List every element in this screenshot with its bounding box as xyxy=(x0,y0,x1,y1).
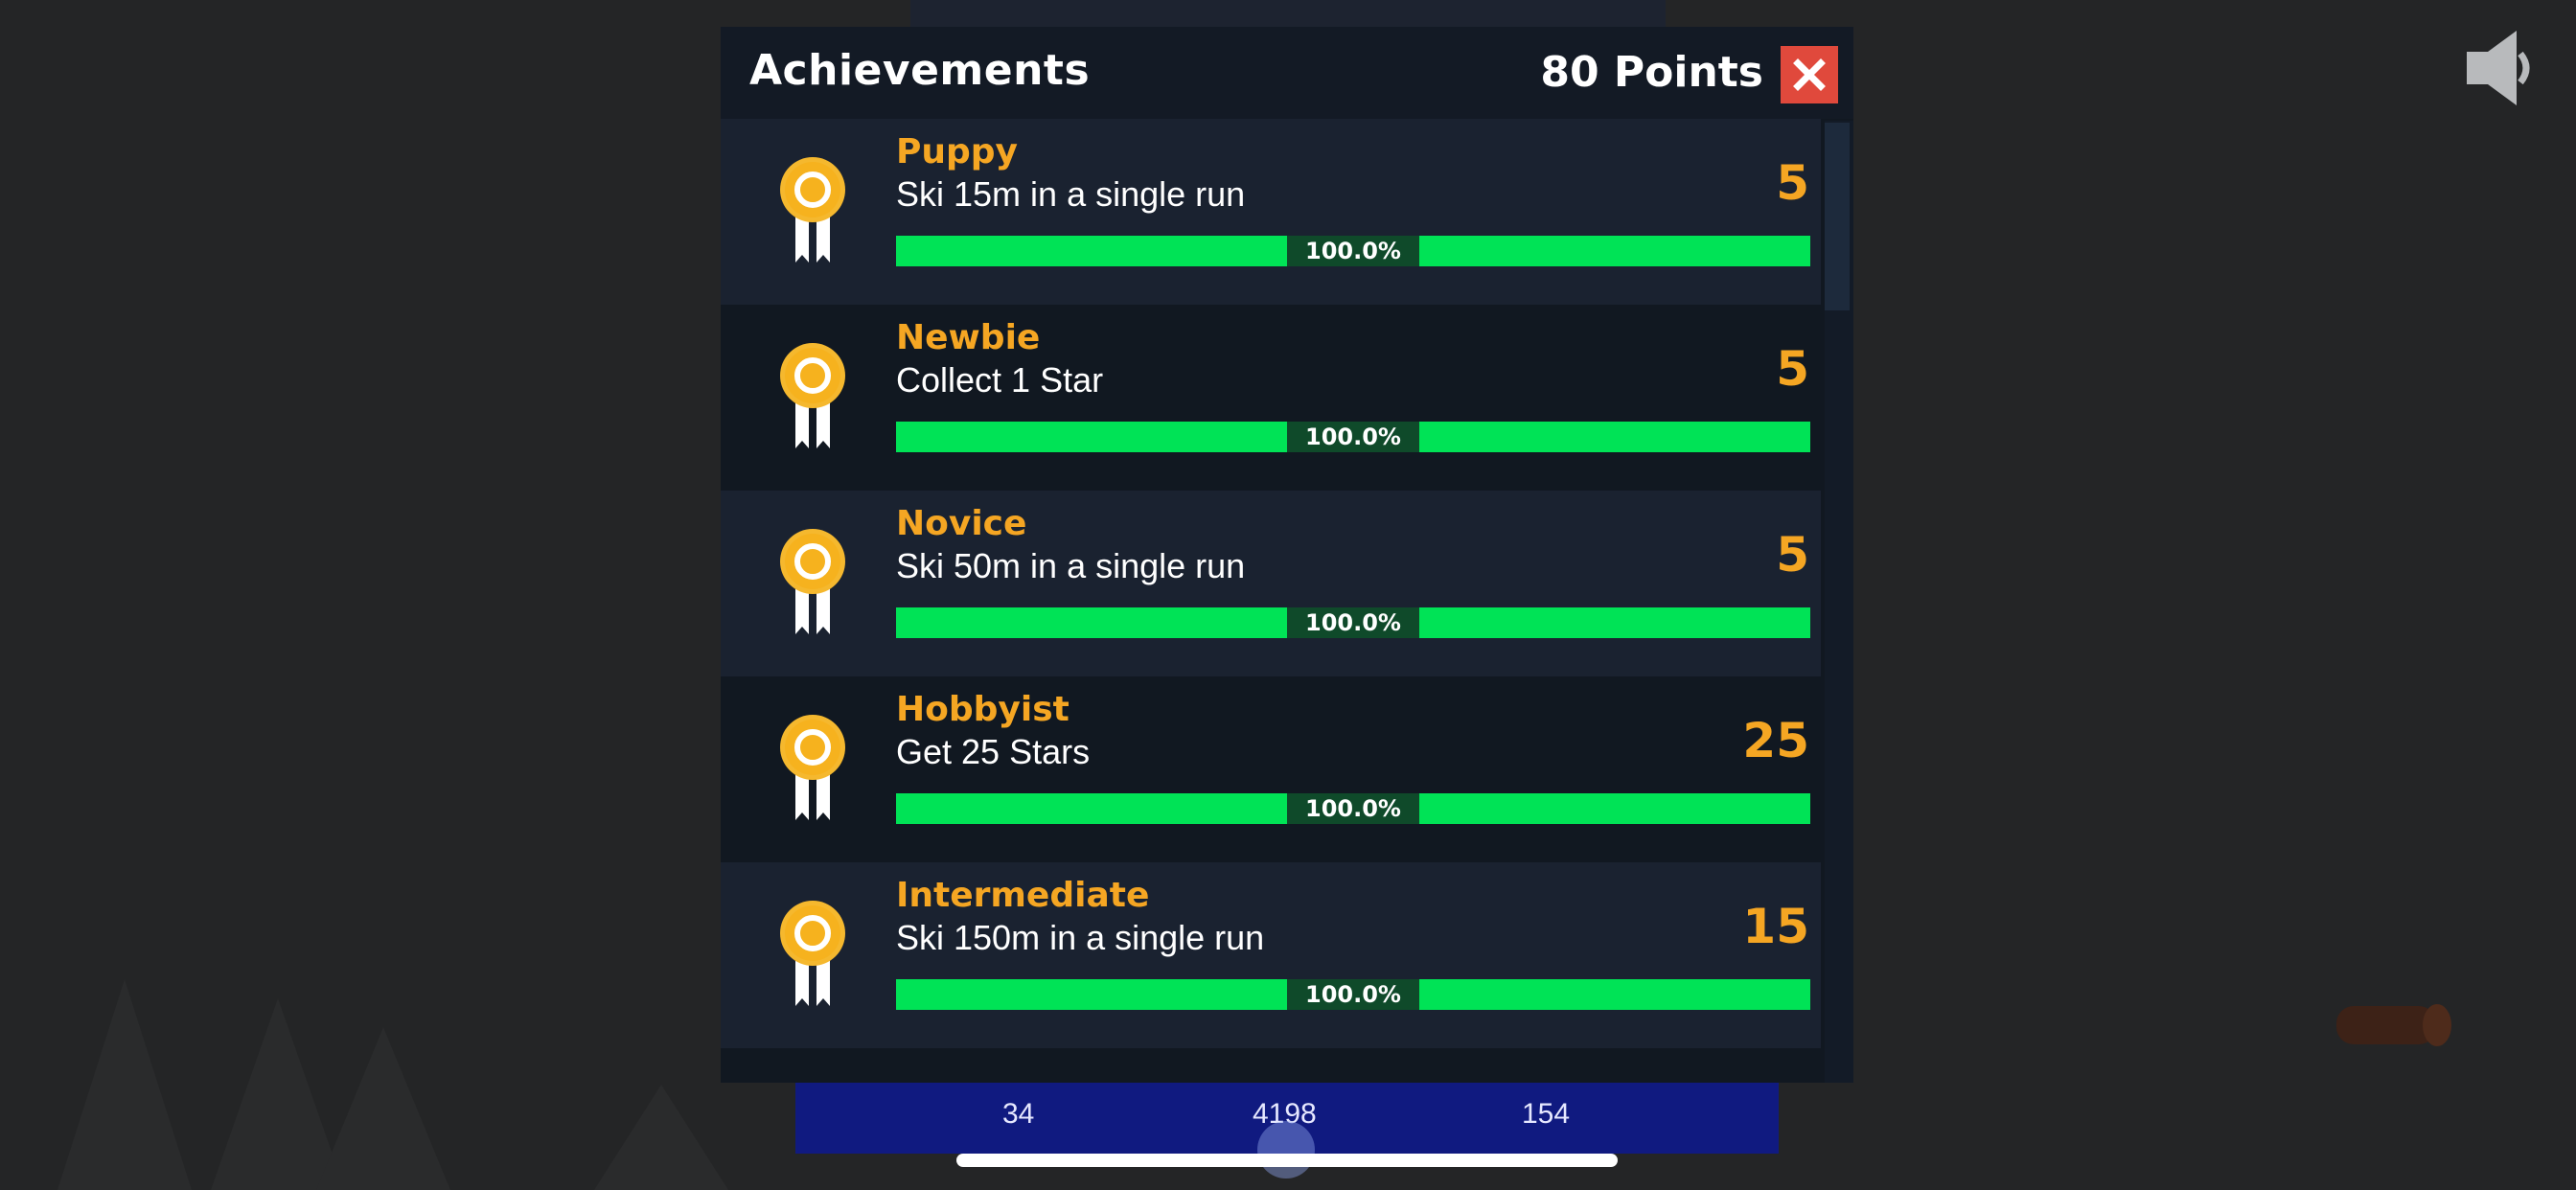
close-icon xyxy=(1793,58,1826,91)
progress-label: 100.0% xyxy=(1287,607,1419,638)
achievement-row: Hobbyist Get 25 Stars 25 100.0% xyxy=(721,676,1821,862)
achievements-panel: Achievements 80 Points Puppy Ski 15m in a… xyxy=(721,27,1853,1083)
speaker-icon xyxy=(2467,31,2530,105)
stat-right: 154 xyxy=(1522,1098,1571,1130)
achievements-list[interactable]: Puppy Ski 15m in a single run 5 100.0% Newbi… xyxy=(721,119,1821,1083)
achievement-description: Ski 15m in a single run xyxy=(896,174,1246,214)
panel-header: Achievements 80 Points xyxy=(721,27,1853,119)
progress-bar: 100.0% xyxy=(896,607,1810,638)
achievement-points: 25 xyxy=(1742,713,1809,768)
achievement-points: 5 xyxy=(1776,155,1809,211)
background-tree xyxy=(316,1027,450,1190)
achievement-description: Ski 50m in a single run xyxy=(896,546,1246,585)
stat-left: 34 xyxy=(1002,1098,1035,1130)
medal-icon xyxy=(774,527,851,642)
achievement-points: 5 xyxy=(1776,527,1809,583)
achievement-name: Newbie xyxy=(896,318,1041,357)
achievement-description: Get 25 Stars xyxy=(896,732,1091,771)
background-log-end xyxy=(2423,1004,2451,1046)
progress-bar: 100.0% xyxy=(896,793,1810,824)
progress-bar: 100.0% xyxy=(896,422,1810,452)
medal-icon xyxy=(774,341,851,456)
background-tree xyxy=(594,1085,728,1190)
achievement-description: Collect 1 Star xyxy=(896,360,1104,400)
scrollbar-thumb[interactable] xyxy=(1825,123,1850,310)
medal-icon xyxy=(774,713,851,828)
background-log xyxy=(2336,1006,2436,1044)
close-button[interactable] xyxy=(1781,46,1838,103)
touch-indicator xyxy=(1257,1121,1315,1179)
achievement-row: Puppy Ski 15m in a single run 5 100.0% xyxy=(721,119,1821,305)
achievement-name: Puppy xyxy=(896,132,1019,172)
medal-icon xyxy=(774,155,851,270)
achievement-row: Newbie Collect 1 Star 5 100.0% xyxy=(721,305,1821,491)
progress-bar: 100.0% xyxy=(896,236,1810,266)
progress-label: 100.0% xyxy=(1287,422,1419,452)
achievement-name: Novice xyxy=(896,504,1027,543)
sound-toggle-button[interactable] xyxy=(2461,27,2538,109)
background-tree xyxy=(58,979,192,1190)
home-indicator[interactable] xyxy=(956,1154,1618,1167)
achievement-name: Intermediate xyxy=(896,876,1150,915)
progress-label: 100.0% xyxy=(1287,979,1419,1010)
achievement-description: Ski 150m in a single run xyxy=(896,918,1265,957)
achievement-name: Hobbyist xyxy=(896,690,1070,729)
progress-label: 100.0% xyxy=(1287,793,1419,824)
achievement-row: Intermediate Ski 150m in a single run 15 10… xyxy=(721,862,1821,1048)
total-points: 80 Points xyxy=(1540,48,1763,97)
panel-title: Achievements xyxy=(749,46,1091,95)
achievement-points: 5 xyxy=(1776,341,1809,397)
achievement-row: Novice Ski 50m in a single run 5 100.0% xyxy=(721,491,1821,676)
medal-icon xyxy=(774,899,851,1014)
achievement-points: 15 xyxy=(1742,899,1809,954)
progress-label: 100.0% xyxy=(1287,236,1419,266)
progress-bar: 100.0% xyxy=(896,979,1810,1010)
game-screen: Achievements 80 Points Puppy Ski 15m in a… xyxy=(0,0,2576,1190)
